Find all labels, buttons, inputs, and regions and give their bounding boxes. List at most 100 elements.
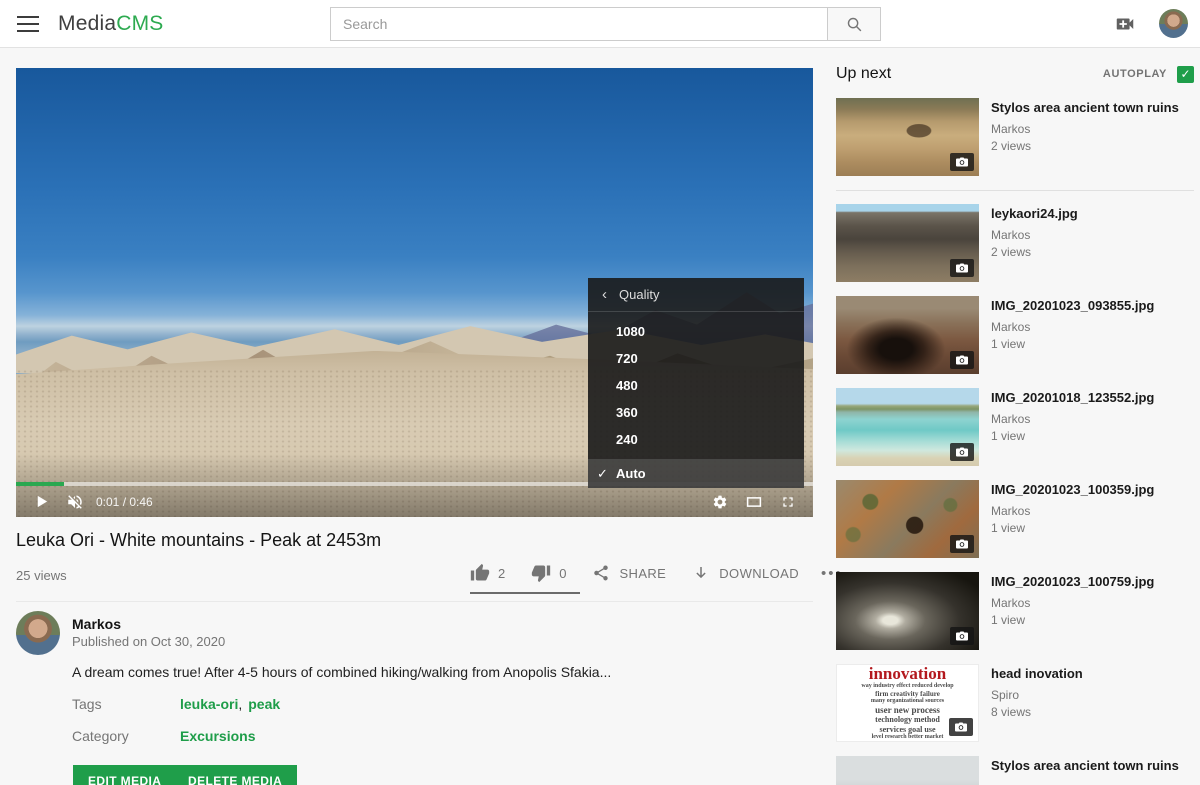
up-next-item[interactable]: leykaori24.jpg Markos 2 views: [836, 204, 1194, 282]
time-display: 0:01 / 0:46: [96, 495, 153, 509]
quality-menu-back[interactable]: ‹ Quality: [588, 278, 804, 312]
up-next-info: IMG_20201023_100359.jpg Markos 1 view: [979, 480, 1154, 558]
logo-text-green: CMS: [116, 12, 163, 35]
tag-link-peak[interactable]: peak: [248, 696, 280, 712]
up-next-item-title[interactable]: IMG_20201023_093855.jpg: [991, 298, 1154, 314]
up-next-item-title[interactable]: IMG_20201023_100759.jpg: [991, 574, 1154, 590]
autoplay-checkbox[interactable]: ✓: [1177, 66, 1194, 83]
up-next-item-author[interactable]: Markos: [991, 504, 1154, 518]
up-next-item[interactable]: IMG_20201018_123552.jpg Markos 1 view: [836, 388, 1194, 466]
theater-mode-button[interactable]: [737, 486, 771, 517]
dislike-button[interactable]: 0: [531, 563, 566, 583]
up-next-item-title[interactable]: Stylos area ancient town ruins: [991, 758, 1179, 774]
edit-media-button[interactable]: EDIT MEDIA: [73, 765, 176, 785]
up-next-item[interactable]: IMG_20201023_100759.jpg Markos 1 view: [836, 572, 1194, 650]
section-divider: [16, 601, 813, 602]
up-next-item-title[interactable]: head inovation: [991, 666, 1083, 682]
tags-values: leuka-ori,peak: [180, 696, 280, 712]
up-next-item-title[interactable]: leykaori24.jpg: [991, 206, 1078, 222]
download-button[interactable]: DOWNLOAD: [692, 564, 799, 582]
user-avatar[interactable]: [1159, 9, 1188, 38]
search-input[interactable]: [330, 7, 827, 41]
hamburger-menu-icon[interactable]: [17, 16, 39, 32]
up-next-thumbnail[interactable]: [836, 388, 979, 466]
up-next-item[interactable]: Stylos area ancient town ruins: [836, 756, 1194, 785]
up-next-item[interactable]: IMG_20201023_100359.jpg Markos 1 view: [836, 480, 1194, 558]
views-count: 25 views: [16, 568, 67, 583]
up-next-item-views: 1 view: [991, 613, 1154, 627]
autoplay-control: AUTOPLAY ✓: [1103, 66, 1194, 83]
search-button[interactable]: [827, 7, 881, 41]
up-next-item-title[interactable]: IMG_20201018_123552.jpg: [991, 390, 1154, 406]
share-button[interactable]: SHARE: [592, 564, 666, 582]
share-label: SHARE: [619, 566, 666, 581]
up-next-thumbnail[interactable]: [836, 98, 979, 176]
settings-button[interactable]: [703, 486, 737, 517]
quality-option-720[interactable]: 720: [588, 345, 804, 372]
thumb-up-icon: [470, 563, 490, 583]
up-next-item-author[interactable]: Markos: [991, 412, 1154, 426]
photo-badge-icon: [949, 718, 973, 736]
upload-media-button[interactable]: [1113, 13, 1137, 35]
up-next-item-views: 1 view: [991, 429, 1154, 443]
check-icon: ✓: [597, 466, 608, 482]
player-controls: 0:01 / 0:46: [16, 486, 813, 517]
quality-option-480[interactable]: 480: [588, 372, 804, 399]
up-next-item-author[interactable]: Markos: [991, 596, 1154, 610]
like-section-underline: [470, 592, 580, 594]
fullscreen-button[interactable]: [771, 486, 805, 517]
up-next-thumbnail[interactable]: [836, 572, 979, 650]
photo-badge-icon: [950, 443, 974, 461]
up-next-thumbnail[interactable]: [836, 296, 979, 374]
up-next-item-title[interactable]: IMG_20201023_100359.jpg: [991, 482, 1154, 498]
download-icon: [692, 564, 710, 582]
author-name[interactable]: Markos: [72, 616, 121, 632]
up-next-thumbnail[interactable]: [836, 204, 979, 282]
up-next-item[interactable]: IMG_20201023_093855.jpg Markos 1 view: [836, 296, 1194, 374]
like-button[interactable]: 2: [470, 563, 505, 583]
mediacms-logo[interactable]: MediaCMS: [58, 12, 163, 36]
up-next-item[interactable]: Stylos area ancient town ruins Markos 2 …: [836, 98, 1194, 176]
up-next-item-author[interactable]: Spiro: [991, 688, 1083, 702]
up-next-item-views: 1 view: [991, 337, 1154, 351]
settings-gear-icon: [712, 494, 728, 510]
quality-option-1080[interactable]: 1080: [588, 318, 804, 345]
video-player[interactable]: ‹ Quality 1080720480360240 ✓Auto 0:01 / 0…: [16, 68, 813, 517]
up-next-thumbnail[interactable]: [836, 756, 979, 785]
photo-badge-icon: [950, 153, 974, 171]
media-description: A dream comes true! After 4-5 hours of c…: [72, 664, 772, 680]
up-next-item-views: 1 view: [991, 521, 1154, 535]
check-icon: ✓: [1180, 67, 1190, 81]
up-next-divider: [836, 190, 1194, 191]
tag-link-leuka-ori[interactable]: leuka-ori: [180, 696, 238, 712]
up-next-title: Up next: [836, 65, 891, 83]
quality-option-360[interactable]: 360: [588, 399, 804, 426]
up-next-item[interactable]: innovationway industry effect reduced de…: [836, 664, 1194, 742]
magnifier-icon: [846, 16, 863, 33]
delete-media-button[interactable]: DELETE MEDIA: [173, 765, 297, 785]
category-link[interactable]: Excursions: [180, 728, 255, 744]
up-next-info: head inovation Spiro 8 views: [979, 664, 1083, 742]
up-next-thumbnail[interactable]: [836, 480, 979, 558]
up-next-info: IMG_20201023_093855.jpg Markos 1 view: [979, 296, 1154, 374]
quality-option-240[interactable]: 240: [588, 426, 804, 453]
up-next-item-author[interactable]: Markos: [991, 228, 1078, 242]
mediacms-page: MediaCMS ‹: [0, 0, 1200, 785]
quality-option-auto[interactable]: ✓Auto: [588, 459, 804, 488]
category-label: Category: [72, 728, 129, 744]
up-next-thumbnail[interactable]: innovationway industry effect reduced de…: [836, 664, 979, 742]
back-chevron-icon: ‹: [602, 286, 607, 303]
photo-badge-icon: [950, 351, 974, 369]
up-next-item-title[interactable]: Stylos area ancient town ruins: [991, 100, 1179, 116]
download-label: DOWNLOAD: [719, 566, 799, 581]
photo-badge-icon: [950, 535, 974, 553]
up-next-item-views: 2 views: [991, 139, 1179, 153]
search-bar: [330, 7, 881, 41]
up-next-item-author[interactable]: Markos: [991, 122, 1179, 136]
quality-menu: ‹ Quality 1080720480360240 ✓Auto: [588, 278, 804, 488]
play-button[interactable]: [24, 486, 58, 517]
like-count: 2: [498, 566, 505, 581]
author-avatar[interactable]: [16, 611, 60, 655]
mute-button[interactable]: [58, 486, 92, 517]
up-next-item-author[interactable]: Markos: [991, 320, 1154, 334]
